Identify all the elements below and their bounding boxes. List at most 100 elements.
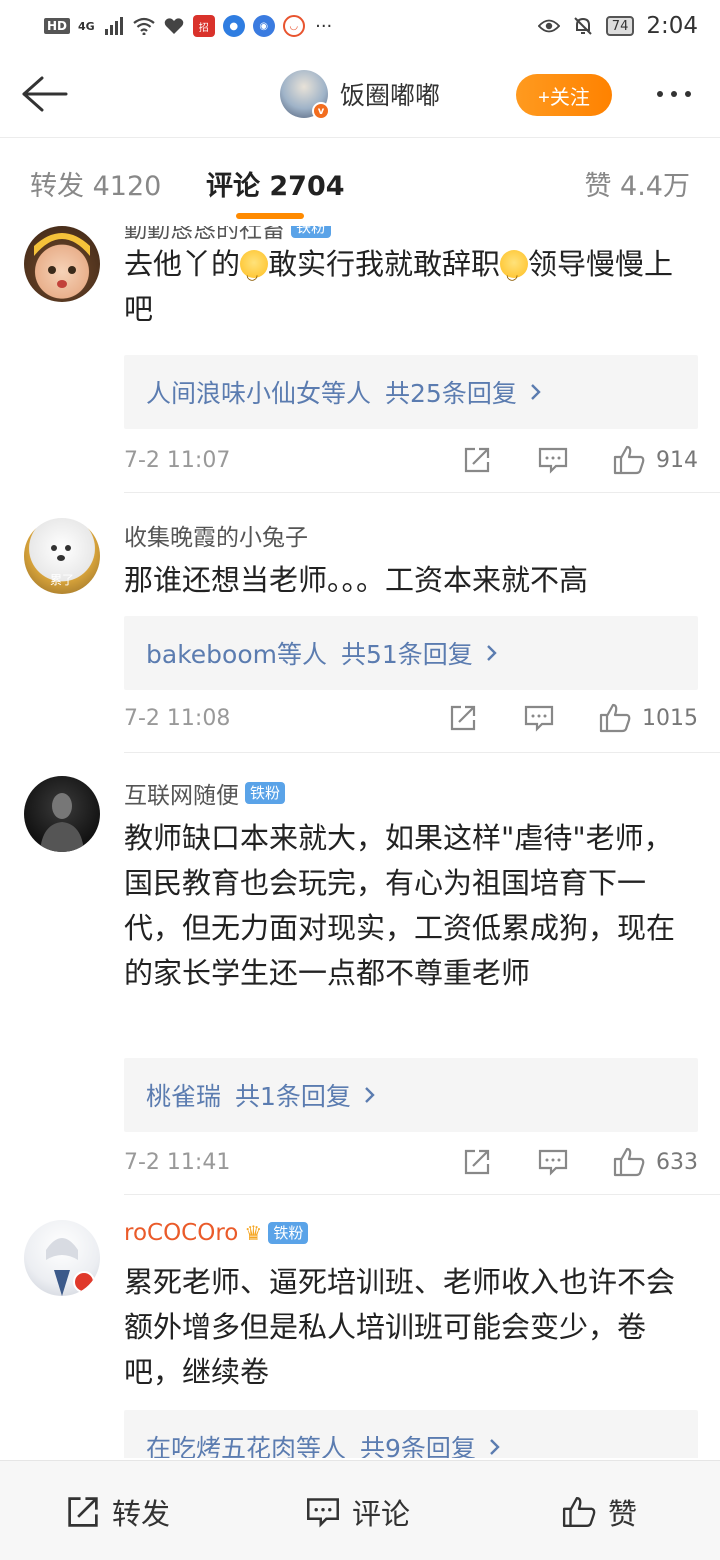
author-info[interactable]: v 饭圈嘟嘟 — [280, 70, 440, 120]
reply-summary[interactable]: bakeboom等人 共51条回复 — [124, 616, 698, 690]
chevron-right-icon — [365, 1087, 375, 1103]
fan-badge: 铁粉 — [268, 1222, 309, 1244]
divider — [124, 492, 720, 493]
heart-icon — [163, 15, 185, 37]
reply-summary[interactable]: 在吃烤五花肉等人 共9条回复 — [124, 1410, 698, 1458]
forward-button[interactable]: 转发 — [66, 1491, 170, 1533]
like-count: 914 — [656, 447, 698, 473]
share-icon — [464, 1149, 490, 1175]
comment-meta: 7-2 11:07 914 — [124, 440, 698, 480]
reply-count[interactable]: 共25条回复 — [385, 374, 517, 410]
app-icon-news: 招 — [192, 15, 215, 37]
svg-text:累了: 累了 — [50, 573, 74, 587]
bottom-toolbar: 转发 评论 赞 — [0, 1460, 720, 1560]
author-name[interactable]: 饭圈嘟嘟 — [340, 76, 440, 112]
comment-text: 累死老师、逼死培训班、老师收入也许不会额外增多但是私人培训班可能会变少，卷吧，继… — [124, 1265, 676, 1389]
like-count: 633 — [656, 1149, 698, 1175]
thumbs-up-icon — [562, 1497, 596, 1527]
commenter-avatar[interactable]: 累了 — [24, 518, 100, 594]
smile-emoji-icon — [240, 250, 269, 298]
like-label[interactable]: 赞 — [608, 1491, 637, 1533]
comment-text: 教师缺口本来就大，如果这样"虐待"老师，国民教育也会玩完，有心为祖国培育下一代，… — [124, 821, 676, 990]
status-bar: HD 4G 招 ● ◉ ◡ ··· 74 2:04 — [0, 0, 720, 52]
more-dot-icon — [671, 91, 677, 97]
battery-indicator: 74 — [605, 16, 635, 36]
commenter-name-text[interactable]: roCOCOro — [124, 1220, 238, 1246]
more-notifications-icon: ··· — [315, 15, 333, 37]
commenter-avatar[interactable] — [24, 1220, 100, 1296]
back-arrow-icon — [22, 76, 68, 112]
network-indicator: 4G — [78, 19, 95, 33]
chevron-right-icon — [490, 1439, 500, 1455]
commenter-name-text[interactable]: 互联网随便 — [124, 776, 239, 810]
reply-count[interactable]: 共1条回复 — [235, 1077, 351, 1113]
comment-item: 勤勤恳恳的社畜 铁粉 去他丫的敢实行我就敢辞职领导慢慢上吧 人间浪味小仙女等人 … — [0, 226, 720, 493]
like-comment-button[interactable] — [598, 701, 632, 735]
comment-time: 7-2 11:41 — [124, 1149, 231, 1175]
comment-icon — [524, 705, 554, 732]
more-dot-icon — [685, 91, 691, 97]
tab-likes[interactable]: 赞 4.4万 — [584, 164, 690, 203]
divider — [124, 752, 720, 753]
eye-icon — [537, 15, 560, 37]
tab-bar: 转发 4120 评论 2704 赞 4.4万 — [0, 140, 720, 226]
comment-text: 去他丫的敢实行我就敢辞职领导慢慢上吧 — [124, 242, 684, 332]
smile-emoji-icon — [500, 250, 529, 298]
app-icon-video: ◡ — [282, 15, 305, 37]
chevron-right-icon — [486, 645, 497, 661]
silhouette-avatar-icon — [40, 793, 84, 852]
reply-comment-button[interactable] — [536, 1145, 570, 1179]
comment-button[interactable]: 评论 — [306, 1491, 410, 1533]
bell-off-icon — [572, 15, 594, 37]
tab-comments[interactable]: 评论 2704 — [206, 164, 345, 203]
thumbs-up-icon — [613, 1147, 645, 1177]
comment-list[interactable]: 勤勤恳恳的社畜 铁粉 去他丫的敢实行我就敢辞职领导慢慢上吧 人间浪味小仙女等人 … — [0, 226, 720, 1458]
thumbs-up-icon — [613, 445, 645, 475]
comment-icon — [538, 447, 568, 474]
comment-icon — [307, 1498, 339, 1528]
commenter-name-text[interactable]: 收集晚霞的小兔子 — [124, 518, 308, 552]
author-avatar[interactable]: v — [280, 70, 330, 120]
reply-summary[interactable]: 人间浪味小仙女等人 共25条回复 — [124, 355, 698, 429]
reply-comment-button[interactable] — [522, 701, 556, 735]
back-button[interactable] — [18, 70, 70, 118]
tab-forwards[interactable]: 转发 4120 — [30, 164, 161, 203]
comment-time: 7-2 11:07 — [124, 447, 231, 473]
like-button[interactable]: 赞 — [562, 1491, 637, 1533]
share-comment-button[interactable] — [446, 701, 480, 735]
like-comment-button[interactable] — [612, 1145, 646, 1179]
commenter-name[interactable]: roCOCOro ♛ 铁粉 — [124, 1220, 309, 1246]
comment-label[interactable]: 评论 — [352, 1491, 410, 1533]
dog-avatar-icon: 累了 — [50, 545, 74, 587]
reply-count[interactable]: 共9条回复 — [360, 1429, 476, 1458]
app-icon-bulb: ● — [222, 15, 245, 37]
comment-icon — [538, 1149, 568, 1176]
reply-users[interactable]: 在吃烤五花肉等人 — [146, 1429, 346, 1458]
comment-text: 那谁还想当老师。。。工资本来就不高 — [124, 563, 589, 597]
comment-time: 7-2 11:08 — [124, 705, 231, 731]
reply-users[interactable]: 人间浪味小仙女等人 — [146, 374, 371, 410]
reply-comment-button[interactable] — [536, 443, 570, 477]
crown-icon: ♛ — [244, 1221, 263, 1245]
clock: 2:04 — [646, 13, 698, 39]
like-comment-button[interactable] — [612, 443, 646, 477]
commenter-name[interactable]: 互联网随便 铁粉 — [124, 776, 286, 810]
fan-badge: 铁粉 — [245, 782, 286, 804]
reply-users[interactable]: bakeboom等人 — [146, 635, 327, 671]
follow-button[interactable]: +关注 — [516, 74, 612, 116]
share-comment-button[interactable] — [460, 1145, 494, 1179]
active-tab-indicator — [236, 213, 304, 219]
commenter-name[interactable]: 收集晚霞的小兔子 — [124, 518, 308, 552]
chevron-right-icon — [530, 384, 541, 400]
more-options-button[interactable] — [646, 80, 702, 108]
forward-label[interactable]: 转发 — [112, 1491, 170, 1533]
commenter-avatar[interactable] — [24, 226, 100, 302]
share-icon — [464, 447, 490, 473]
commenter-avatar[interactable] — [24, 776, 100, 852]
reply-summary[interactable]: 桃雀瑞 共1条回复 — [124, 1058, 698, 1132]
thumbs-up-icon — [599, 703, 631, 733]
share-comment-button[interactable] — [460, 443, 494, 477]
reply-users[interactable]: 桃雀瑞 — [146, 1077, 221, 1113]
reply-count[interactable]: 共51条回复 — [341, 635, 473, 671]
like-count: 1015 — [642, 705, 698, 731]
